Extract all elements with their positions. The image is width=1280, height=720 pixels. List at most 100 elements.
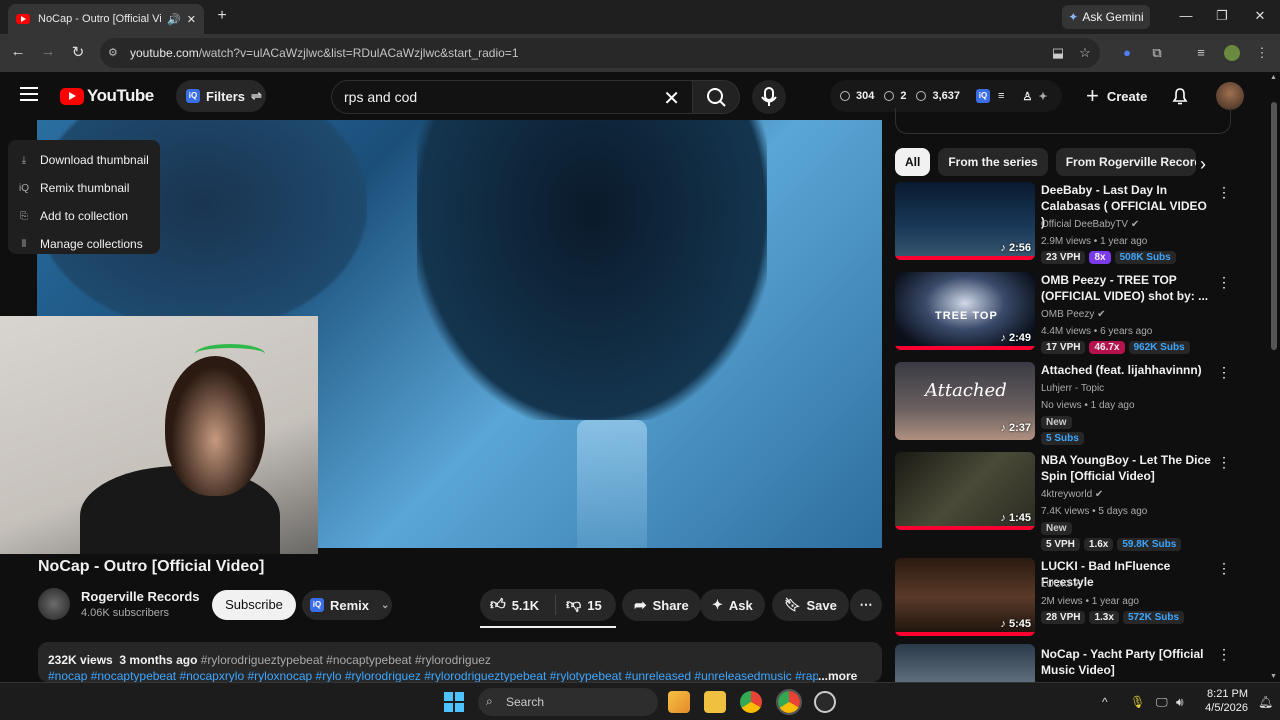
taskbar-search[interactable]: ⌕ Search [478,688,658,716]
rec-channel[interactable]: Luhjerr - Topic [1041,383,1104,394]
rec-channel[interactable]: LUCKI ✔ [1041,579,1082,590]
notifications-icon[interactable]: 🔔︎ [1258,695,1273,709]
video-description[interactable]: 232K views 3 months ago #rylorodriguezty… [38,642,882,682]
recommendation-item[interactable]: ♪ 5:45 LUCKI - Bad InFluence Freestyle L… [895,558,1235,644]
video-thumbnail[interactable]: ♪ 5:45 [895,558,1035,636]
network-icon[interactable]: 🖵 [1156,695,1168,710]
close-window-icon[interactable]: ✕ [1250,8,1270,24]
channel-name[interactable]: Rogerville Records [81,589,200,604]
youtube-logo[interactable]: YouTube [60,86,154,106]
video-thumbnail[interactable]: ♪ 2:56 [895,182,1035,260]
duration-label: ♪ 2:49 [1000,332,1031,344]
filters-button[interactable]: iQ Filters ⇌ [176,80,266,112]
share-button[interactable]: ➦ Share [622,589,701,621]
chevron-right-icon[interactable]: › [1200,154,1206,175]
minimize-icon[interactable]: — [1176,8,1196,23]
rec-channel[interactable]: OMB Peezy ✔ [1041,309,1106,320]
voice-search-button[interactable] [752,80,786,114]
restore-icon[interactable]: ❐ [1212,8,1232,24]
more-vertical-icon[interactable]: ⋮ [1217,364,1231,381]
dislike-button[interactable]: 👎︎ 15 [562,596,602,614]
clear-search-icon[interactable]: ✕ [663,86,680,111]
extension-icon[interactable]: ● [1119,45,1135,61]
ask-gemini-button[interactable]: ✦ Ask Gemini [1062,5,1150,29]
taskbar-clock[interactable]: 8:21 PM 4/5/2026 [1198,687,1248,715]
more-vertical-icon[interactable]: ⋮ [1217,560,1231,577]
more-vertical-icon[interactable]: ⋮ [1217,184,1231,201]
rec-title[interactable]: OMB Peezy - TREE TOP (OFFICIAL VIDEO) sh… [1041,272,1211,304]
volume-icon[interactable]: 🔊︎ [1176,695,1184,710]
hashtags-line[interactable]: #nocap #nocaptypebeat #nocapxrylo #rylox… [48,668,818,682]
rec-title[interactable]: Attached (feat. lijahhavinnn) [1041,362,1211,378]
subscribe-button[interactable]: Subscribe [212,590,296,620]
scroll-up-icon[interactable]: ▲ [1270,74,1277,81]
chrome-active-icon[interactable] [776,689,802,715]
search-button[interactable] [692,80,740,114]
more-vertical-icon[interactable]: ⋮ [1217,646,1231,663]
more-vertical-icon[interactable]: ⋮ [1217,274,1231,291]
show-more-link[interactable]: ...more [818,669,857,682]
menu-item-download-thumbnail[interactable]: ⤓ Download thumbnail [8,146,160,174]
menu-item-remix-thumbnail[interactable]: iQ Remix thumbnail [8,174,160,202]
chip-from-channel[interactable]: From Rogerville Records [1055,148,1196,176]
forward-icon[interactable]: → [38,43,58,60]
save-button[interactable]: 🔖︎ Save [772,589,849,621]
video-thumbnail[interactable]: TREE TOP ♪ 2:49 [895,272,1035,350]
url-bar[interactable]: ⚙ youtube.com/watch?v=ulACaWzjlwc&list=R… [100,38,1100,68]
profile-icon[interactable] [1224,45,1240,61]
microphone-tray-icon[interactable]: 🎙︎ [1130,695,1145,709]
rec-channel[interactable]: Official DeeBabyTV ✔ [1041,219,1139,230]
site-info-icon[interactable]: ⚙ [108,46,118,59]
rec-title[interactable]: NoCap - Yacht Party [Official Music Vide… [1041,646,1211,678]
iq-icon[interactable]: iQ [976,89,991,103]
ask-button[interactable]: ✦ Ask [700,589,765,621]
bookmark-star-icon[interactable]: ☆ [1077,45,1093,61]
tray-chevron-icon[interactable]: ^ [1102,695,1108,709]
channel-avatar[interactable] [38,588,70,620]
install-app-icon[interactable]: ⬓ [1050,45,1066,61]
file-explorer-icon[interactable] [704,691,726,713]
store-icon[interactable] [668,691,690,713]
reading-list-icon[interactable]: ≡ [1193,45,1209,61]
scrollbar-thumb[interactable] [1271,102,1277,350]
video-thumbnail[interactable] [895,644,1035,682]
list-icon[interactable]: ≡ [998,90,1004,102]
page-scrollbar[interactable]: ▲ ▼ [1268,72,1280,682]
app-icon[interactable] [814,691,836,713]
more-actions-button[interactable]: ⋯ [850,589,882,621]
new-tab-button[interactable]: + [212,6,232,26]
video-thumbnail[interactable]: Attached ♪ 2:37 [895,362,1035,440]
remix-button[interactable]: iQ Remix ⌄ [302,590,392,620]
chip-all[interactable]: All [895,148,931,176]
recommendation-item[interactable]: ♪ 2:56 DeeBaby - Last Day In Calabasas (… [895,182,1235,268]
recommendation-item[interactable]: NoCap - Yacht Party [Official Music Vide… [895,644,1235,682]
like-button[interactable]: 👍︎ 5.1K [480,595,556,615]
recommendation-item[interactable]: ♪ 1:45 NBA YoungBoy - Let The Dice Spin … [895,452,1235,551]
reload-icon[interactable]: ↻ [68,43,88,61]
speaker-icon[interactable]: 🔊 [167,13,181,26]
menu-item-manage-collections[interactable]: ⫴ Manage collections [8,230,160,258]
chrome-icon[interactable] [740,691,762,713]
extensions-puzzle-icon[interactable]: ⧉ [1149,45,1165,61]
close-tab-icon[interactable]: ✕ [187,13,196,26]
menu-item-add-to-collection[interactable]: ⎘ Add to collection [8,202,160,230]
browser-menu-icon[interactable]: ⋮ [1254,45,1270,61]
sparkle-icon[interactable]: ✦ [1038,90,1047,103]
chevron-down-icon[interactable]: ⌄ [381,600,389,611]
video-thumbnail[interactable]: ♪ 1:45 [895,452,1035,530]
search-input[interactable]: rps and cod ✕ [331,80,693,114]
account-avatar[interactable] [1216,82,1244,110]
browser-tab[interactable]: NoCap - Outro [Official Vid 🔊 ✕ [8,4,204,34]
recommendation-item[interactable]: TREE TOP ♪ 2:49 OMB Peezy - TREE TOP (OF… [895,272,1235,358]
scroll-down-icon[interactable]: ▼ [1270,673,1277,680]
back-icon[interactable]: ← [8,43,28,60]
rec-title[interactable]: NBA YoungBoy - Let The Dice Spin [Offici… [1041,452,1211,484]
award-icon[interactable]: ♙ [1022,90,1032,103]
more-vertical-icon[interactable]: ⋮ [1217,454,1231,471]
rec-channel[interactable]: 4ktreyworld ✔ [1041,489,1103,500]
menu-icon[interactable] [20,87,38,101]
chip-from-series[interactable]: From the series [938,148,1048,176]
notifications-bell-icon[interactable] [1170,86,1190,106]
windows-start-icon[interactable] [444,692,464,712]
recommendation-item[interactable]: Attached ♪ 2:37 Attached (feat. lijahhav… [895,362,1235,448]
